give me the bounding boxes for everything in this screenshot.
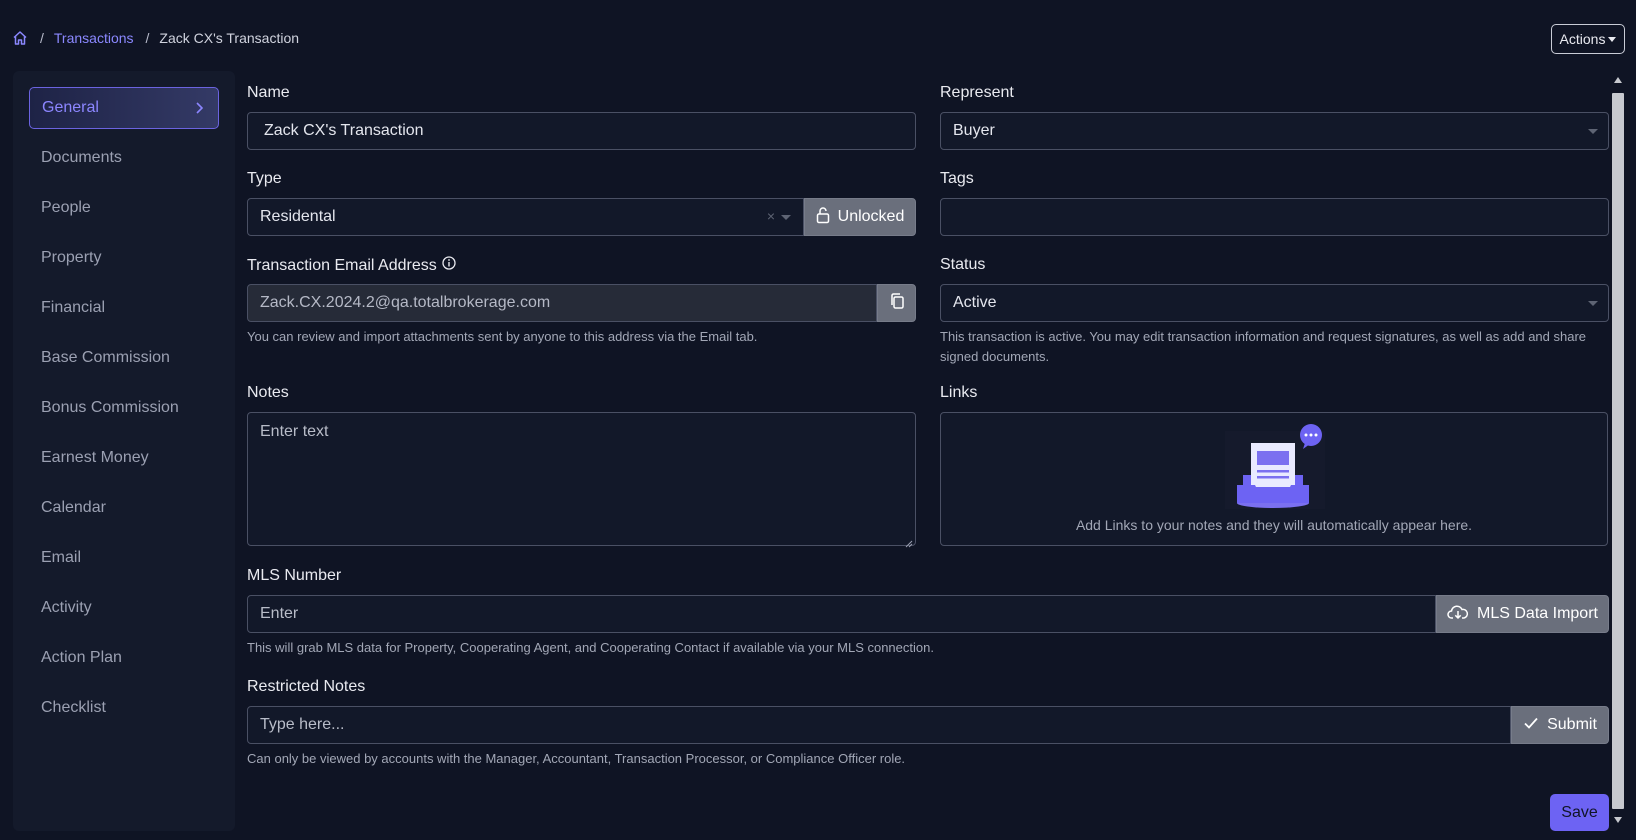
- unlock-icon: [816, 206, 830, 229]
- scrollbar[interactable]: [1610, 71, 1626, 831]
- sidebar-item-label: Action Plan: [41, 649, 122, 666]
- scroll-down-icon[interactable]: [1614, 817, 1622, 823]
- clear-icon[interactable]: ×: [767, 208, 775, 224]
- breadcrumb: / Transactions / Zack CX's Transaction: [12, 30, 299, 46]
- sidebar-item-people[interactable]: People: [29, 187, 219, 229]
- breadcrumb-transactions-link[interactable]: Transactions: [54, 30, 134, 46]
- copy-email-button[interactable]: [877, 284, 916, 322]
- empty-links-illustration-icon: [1225, 423, 1325, 513]
- breadcrumb-separator: /: [145, 30, 150, 46]
- email-label-row: Transaction Email Address: [247, 256, 456, 275]
- notes-placeholder: Enter text: [260, 423, 329, 440]
- sidebar-item-label: Documents: [41, 149, 122, 166]
- tags-input[interactable]: [940, 198, 1609, 236]
- status-value: Active: [953, 294, 997, 311]
- status-help-text: This transaction is active. You may edit…: [940, 329, 1587, 364]
- notes-label: Notes: [247, 384, 289, 401]
- tags-label: Tags: [940, 170, 974, 187]
- sidebar-item-base-commission[interactable]: Base Commission: [29, 337, 219, 379]
- sidebar-item-checklist[interactable]: Checklist: [29, 687, 219, 729]
- home-icon[interactable]: [12, 30, 28, 46]
- info-icon[interactable]: [442, 256, 456, 275]
- sidebar-item-financial[interactable]: Financial: [29, 287, 219, 329]
- sidebar-item-property[interactable]: Property: [29, 237, 219, 279]
- type-value: Residental: [260, 208, 336, 225]
- status-label: Status: [940, 256, 986, 273]
- email-help-text: You can review and import attachments se…: [247, 329, 758, 344]
- cloud-download-icon: [1447, 604, 1469, 625]
- name-label: Name: [247, 84, 290, 101]
- submit-label: Submit: [1547, 716, 1597, 733]
- sidebar-item-activity[interactable]: Activity: [29, 587, 219, 629]
- breadcrumb-separator: /: [40, 30, 44, 46]
- mls-number-input[interactable]: Enter: [247, 595, 1436, 633]
- type-select[interactable]: Residental ×: [247, 198, 804, 236]
- email-value: Zack.CX.2024.2@qa.totalbrokerage.com: [260, 294, 551, 311]
- links-label: Links: [940, 384, 978, 401]
- notes-textarea[interactable]: Enter text: [247, 412, 916, 548]
- dropdown-caret-icon: [1588, 129, 1598, 134]
- mls-placeholder: Enter: [260, 605, 299, 622]
- dropdown-caret-icon: [781, 215, 791, 220]
- mls-label: MLS Number: [247, 567, 342, 584]
- sidebar-item-label: Activity: [41, 599, 92, 616]
- represent-label: Represent: [940, 84, 1014, 101]
- email-field: Zack.CX.2024.2@qa.totalbrokerage.com: [247, 284, 877, 322]
- name-value: Zack CX's Transaction: [264, 122, 424, 139]
- submit-restricted-note-button[interactable]: Submit: [1511, 706, 1609, 744]
- sidebar-item-label: Earnest Money: [41, 449, 149, 466]
- actions-label: Actions: [1559, 31, 1606, 47]
- lock-toggle-label: Unlocked: [837, 208, 905, 225]
- sidebar-item-label: Bonus Commission: [41, 399, 179, 416]
- represent-value: Buyer: [953, 122, 995, 139]
- mls-data-import-button[interactable]: MLS Data Import: [1436, 595, 1609, 633]
- caret-down-icon: [1608, 36, 1617, 42]
- email-label: Transaction Email Address: [247, 256, 437, 274]
- sidebar-item-action-plan[interactable]: Action Plan: [29, 637, 219, 679]
- restricted-notes-label: Restricted Notes: [247, 678, 366, 695]
- represent-select[interactable]: Buyer: [940, 112, 1609, 150]
- lock-toggle-button[interactable]: Unlocked: [804, 198, 916, 236]
- type-label: Type: [247, 170, 282, 187]
- save-button[interactable]: Save: [1550, 794, 1609, 831]
- sidebar-item-documents[interactable]: Documents: [29, 137, 219, 179]
- sidebar-item-label: People: [41, 199, 91, 216]
- chevron-right-icon: [192, 101, 206, 115]
- sidebar-item-email[interactable]: Email: [29, 537, 219, 579]
- check-icon: [1523, 716, 1539, 735]
- scrollbar-thumb[interactable]: [1612, 93, 1624, 809]
- sidebar-item-label: Email: [41, 549, 82, 566]
- status-select[interactable]: Active: [940, 284, 1609, 322]
- breadcrumb-current: Zack CX's Transaction: [159, 30, 300, 46]
- sidebar-item-label: Base Commission: [41, 349, 170, 366]
- sidebar: General Documents People Property Financ…: [13, 71, 235, 831]
- sidebar-item-label: General: [42, 99, 99, 116]
- resize-handle-icon[interactable]: [905, 535, 913, 548]
- actions-dropdown-button[interactable]: Actions: [1551, 24, 1625, 54]
- sidebar-item-label: Calendar: [41, 499, 106, 516]
- dropdown-caret-icon: [1588, 301, 1598, 306]
- sidebar-item-label: Property: [41, 249, 102, 266]
- save-label: Save: [1561, 803, 1598, 821]
- mls-import-label: MLS Data Import: [1477, 605, 1598, 622]
- name-input[interactable]: Zack CX's Transaction: [247, 112, 916, 150]
- restricted-notes-help-text: Can only be viewed by accounts with the …: [247, 751, 906, 766]
- sidebar-item-earnest-money[interactable]: Earnest Money: [29, 437, 219, 479]
- sidebar-item-bonus-commission[interactable]: Bonus Commission: [29, 387, 219, 429]
- copy-icon: [889, 292, 905, 315]
- top-bar: / Transactions / Zack CX's Transaction A…: [0, 0, 1636, 70]
- sidebar-item-label: Financial: [41, 299, 106, 316]
- mls-help-text: This will grab MLS data for Property, Co…: [247, 640, 934, 655]
- links-panel: Add Links to your notes and they will au…: [940, 412, 1608, 546]
- scroll-up-icon[interactable]: [1614, 77, 1622, 83]
- restricted-notes-placeholder: Type here...: [260, 716, 345, 733]
- sidebar-item-label: Checklist: [41, 699, 106, 716]
- sidebar-item-calendar[interactable]: Calendar: [29, 487, 219, 529]
- sidebar-item-general[interactable]: General: [29, 87, 219, 129]
- restricted-notes-input[interactable]: Type here...: [247, 706, 1511, 744]
- links-empty-text: Add Links to your notes and they will au…: [1075, 517, 1473, 533]
